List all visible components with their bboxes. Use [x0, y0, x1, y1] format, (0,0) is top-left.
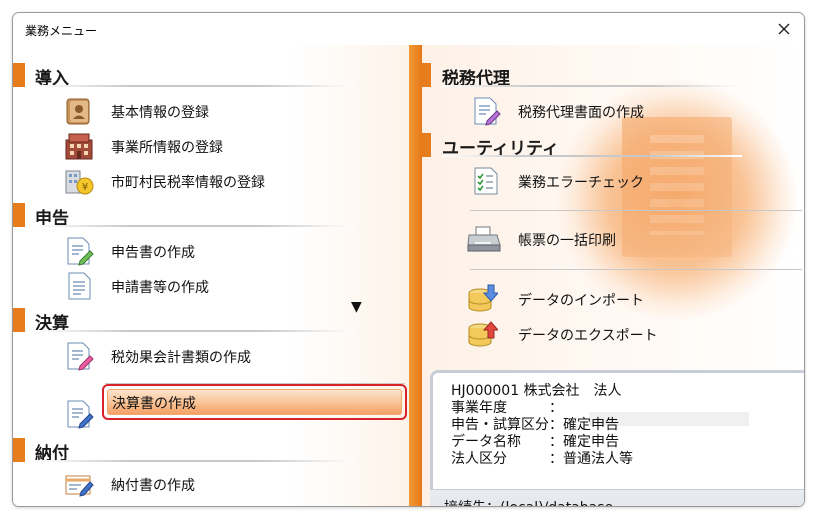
menu-item-label: 申告書の作成: [111, 245, 195, 261]
city-tax-yen-icon: ¥: [65, 170, 94, 195]
menu-item-city-tax-rate[interactable]: ¥ 市町村民税率情報の登録: [63, 165, 383, 197]
svg-text:¥: ¥: [82, 182, 88, 193]
section-filing: 申告: [13, 203, 409, 229]
menu-item-create-return[interactable]: 申告書の作成: [63, 235, 383, 267]
menu-item-data-import[interactable]: データのインポート: [466, 283, 796, 315]
menu-item-tax-agency-document[interactable]: 税務代理書面の作成: [470, 95, 790, 127]
section-underline: [35, 225, 355, 227]
menu-item-tax-effect-accounting[interactable]: 税効果会計書類の作成: [63, 340, 383, 372]
section-marker: [13, 203, 25, 227]
section-marker: [13, 308, 25, 332]
separator: [470, 210, 802, 211]
connection-target: 接続先：(local)/database: [444, 497, 613, 506]
section-underline: [35, 330, 355, 332]
office-building-icon: [65, 133, 93, 160]
section-introduction: 導入: [13, 63, 409, 89]
section-tax-agency: 税務代理: [422, 63, 804, 89]
create-financial-statements-button[interactable]: 決算書の作成: [102, 384, 407, 420]
menu-item-label: データのエクスポート: [518, 328, 658, 344]
menu-item-office-info[interactable]: 事業所情報の登録: [63, 130, 383, 162]
panel-divider: [409, 45, 422, 506]
section-marker: [422, 133, 431, 157]
data-name: データ名称 ：確定申告: [451, 434, 619, 450]
menu-item-label: 税務代理書面の作成: [518, 105, 644, 121]
menu-item-label: 決算書の作成: [112, 396, 196, 412]
company-code-name: HJ000001 株式会社 法人: [451, 383, 622, 399]
menu-item-label: 帳票の一括印刷: [518, 233, 616, 249]
document-blue-pen-icon: [67, 400, 94, 429]
right-menu-panel: 税務代理 税務代理書面の作成 ユーティリティ 業務エラーチェック 帳票の一括印刷…: [422, 45, 804, 506]
return-type: 申告・試算区分：確定申告: [451, 417, 619, 433]
section-underline: [442, 85, 742, 87]
section-marker: [422, 63, 431, 87]
section-underline: [442, 155, 742, 157]
printer-icon: [467, 226, 501, 252]
separator: [470, 269, 802, 270]
database-export-icon: [468, 321, 498, 347]
section-payment: 納付: [13, 438, 409, 464]
menu-item-label: 業務エラーチェック: [518, 175, 644, 191]
menu-item-label: 事業所情報の登録: [111, 140, 223, 156]
menu-item-data-export[interactable]: データのエクスポート: [466, 318, 796, 350]
section-underline: [35, 85, 355, 87]
menu-item-label: 基本情報の登録: [111, 105, 209, 121]
section-marker: [13, 63, 25, 87]
section-underline: [35, 460, 355, 462]
title-bar: 業務メニュー: [13, 13, 804, 45]
menu-item-label: 税効果会計書類の作成: [111, 350, 251, 366]
section-utility: ユーティリティ: [422, 133, 804, 159]
menu-item-label: 市町村民税率情報の登録: [111, 175, 265, 191]
document-pen-icon: [474, 97, 501, 126]
document-edit-icon: [67, 237, 94, 266]
payment-slip-icon: [65, 475, 94, 497]
menu-item-label: 申請書等の作成: [111, 280, 209, 296]
document-pen-icon: [67, 342, 94, 371]
menu-item-batch-print[interactable]: 帳票の一括印刷: [466, 223, 796, 255]
menu-item-basic-info[interactable]: 基本情報の登録: [63, 95, 383, 127]
section-marker: [13, 438, 25, 462]
corporation-type: 法人区分 ：普通法人等: [451, 451, 633, 467]
database-import-icon: [468, 284, 498, 312]
section-settlement: 決算: [13, 308, 409, 334]
business-menu-window: 業務メニュー 導入 基本情報の登録 事業所情報の登録 ¥ 市町村民税率情報の登録…: [12, 12, 805, 507]
company-info-panel: HJ000001 株式会社 法人 事業年度 ： 申告・試算区分：確定申告 データ…: [430, 370, 804, 506]
menu-item-label: 納付書の作成: [111, 478, 195, 494]
document-list-icon: [68, 272, 91, 300]
menu-item-create-payment-slip[interactable]: 納付書の作成: [63, 468, 383, 500]
menu-item-label: データのインポート: [518, 293, 644, 309]
close-icon[interactable]: [772, 17, 796, 41]
business-year: 事業年度 ：: [451, 400, 563, 416]
window-title: 業務メニュー: [25, 24, 98, 38]
left-menu-panel: 導入 基本情報の登録 事業所情報の登録 ¥ 市町村民税率情報の登録 申告 申告書…: [13, 45, 409, 506]
address-book-icon: [66, 98, 90, 125]
menu-item-create-applications[interactable]: 申請書等の作成: [63, 270, 383, 302]
menu-item-error-check[interactable]: 業務エラーチェック: [470, 165, 790, 197]
checklist-icon: [474, 167, 498, 195]
